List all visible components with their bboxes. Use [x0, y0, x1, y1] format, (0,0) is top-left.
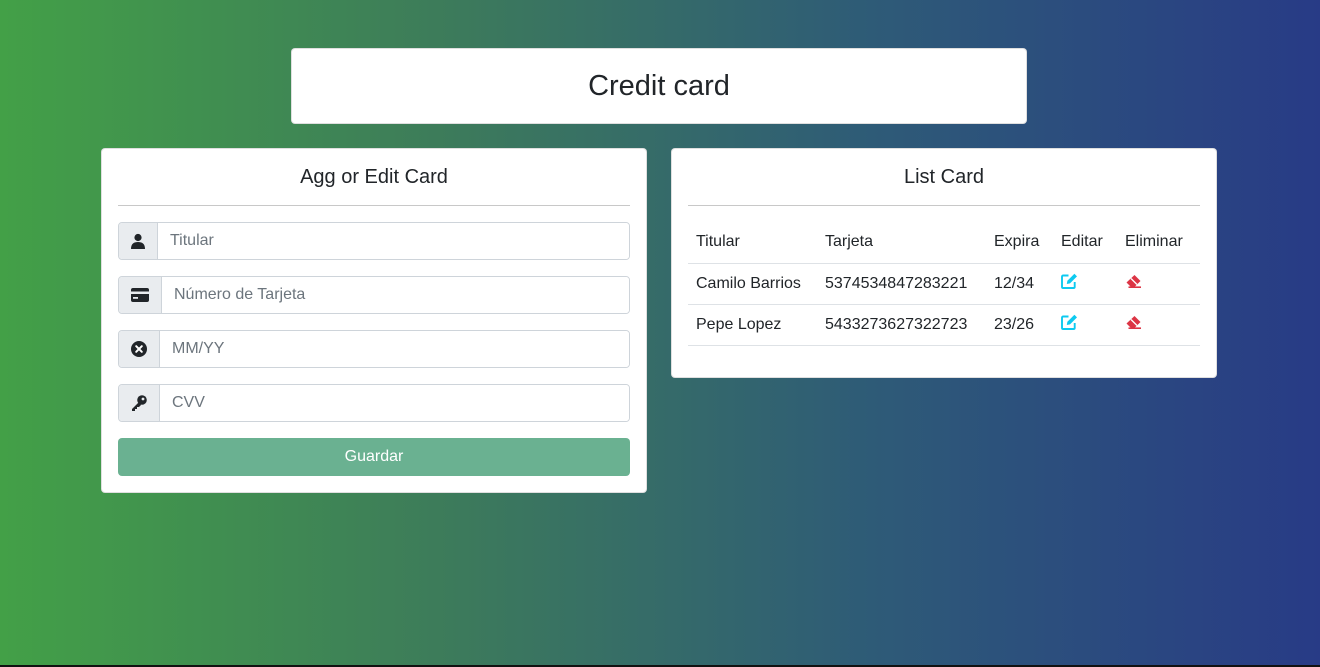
cards-table: Titular Tarjeta Expira Editar Eliminar C…	[688, 222, 1200, 346]
cell-tarjeta: 5374534847283221	[817, 263, 986, 305]
cell-expira: 12/34	[986, 263, 1053, 305]
expiry-input[interactable]	[160, 331, 629, 367]
table-row: Camilo Barrios 5374534847283221 12/34	[688, 263, 1200, 305]
column-header-expira: Expira	[986, 222, 1053, 264]
eraser-icon[interactable]	[1125, 315, 1142, 329]
page-header: Credit card	[291, 48, 1027, 124]
titular-input[interactable]	[158, 223, 629, 259]
credit-card-icon	[119, 277, 162, 313]
column-header-tarjeta: Tarjeta	[817, 222, 986, 264]
form-title: Agg or Edit Card	[118, 149, 630, 206]
cell-expira: 23/26	[986, 304, 1053, 346]
user-icon	[119, 223, 158, 259]
list-title: List Card	[688, 149, 1200, 206]
table-header-row: Titular Tarjeta Expira Editar Eliminar	[688, 222, 1200, 264]
cell-titular: Pepe Lopez	[688, 304, 817, 346]
edit-icon[interactable]	[1061, 314, 1078, 330]
column-header-editar: Editar	[1053, 222, 1117, 264]
card-number-field-group	[118, 276, 630, 314]
cvv-input[interactable]	[160, 385, 629, 421]
expiry-field-group	[118, 330, 630, 368]
card-form: Agg or Edit Card Guardar	[101, 148, 647, 493]
eraser-icon[interactable]	[1125, 274, 1142, 288]
table-row: Pepe Lopez 5433273627322723 23/26	[688, 304, 1200, 346]
card-list: List Card Titular Tarjeta Expira Editar …	[671, 148, 1217, 378]
column-header-eliminar: Eliminar	[1117, 222, 1200, 264]
page-title: Credit card	[588, 69, 730, 102]
times-circle-icon	[119, 331, 160, 367]
save-button[interactable]: Guardar	[118, 438, 630, 476]
cvv-field-group	[118, 384, 630, 422]
titular-field-group	[118, 222, 630, 260]
key-icon	[119, 385, 160, 421]
cell-tarjeta: 5433273627322723	[817, 304, 986, 346]
column-header-titular: Titular	[688, 222, 817, 264]
cell-titular: Camilo Barrios	[688, 263, 817, 305]
edit-icon[interactable]	[1061, 273, 1078, 289]
card-number-input[interactable]	[162, 277, 629, 313]
